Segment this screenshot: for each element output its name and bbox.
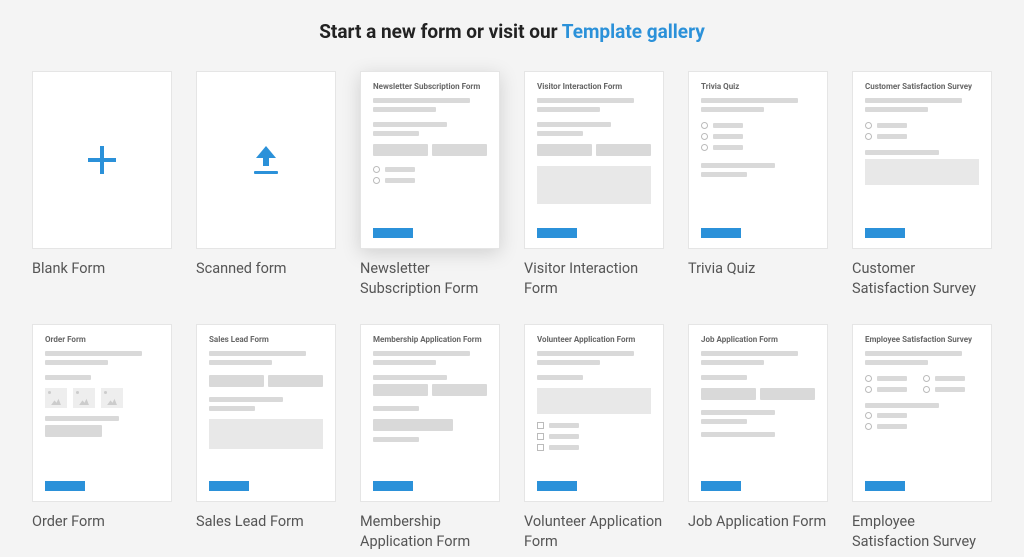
template-preview-title: Volunteer Application Form <box>537 335 651 345</box>
template-card[interactable]: Volunteer Application Form <box>524 324 664 502</box>
template-preview-title: Trivia Quiz <box>701 82 815 92</box>
template-tile[interactable]: Membership Application Form Membership Ap… <box>360 324 500 551</box>
template-caption: Order Form <box>32 512 172 532</box>
template-tile[interactable]: Newsletter Subscription Form Newsletter S… <box>360 71 500 298</box>
template-card[interactable]: Trivia Quiz <box>688 71 828 249</box>
template-caption: Volunteer Application Form <box>524 512 664 551</box>
template-card[interactable]: Visitor Interaction Form <box>524 71 664 249</box>
template-preview-title: Membership Application Form <box>373 335 487 345</box>
template-tile[interactable]: Scanned form <box>196 71 336 298</box>
template-preview-title: Employee Satisfaction Survey <box>865 335 979 345</box>
template-card[interactable]: Sales Lead Form <box>196 324 336 502</box>
template-tile[interactable]: Customer Satisfaction Survey Customer Sat… <box>852 71 992 298</box>
template-preview-title: Job Application Form <box>701 335 815 345</box>
template-card[interactable] <box>196 71 336 249</box>
template-caption: Customer Satisfaction Survey <box>852 259 992 298</box>
template-gallery-link[interactable]: Template gallery <box>562 20 705 43</box>
template-tile[interactable]: Blank Form <box>32 71 172 298</box>
header-prefix: Start a new form or visit our <box>319 20 562 43</box>
template-card[interactable]: Employee Satisfaction Survey <box>852 324 992 502</box>
template-card[interactable] <box>32 71 172 249</box>
template-caption: Visitor Interaction Form <box>524 259 664 298</box>
template-caption: Sales Lead Form <box>196 512 336 532</box>
page-header: Start a new form or visit our Template g… <box>32 20 992 43</box>
template-tile[interactable]: Employee Satisfaction Survey Employee Sat… <box>852 324 992 551</box>
template-caption: Newsletter Subscription Form <box>360 259 500 298</box>
template-preview-title: Customer Satisfaction Survey <box>865 82 979 92</box>
template-card[interactable]: Job Application Form <box>688 324 828 502</box>
template-card[interactable]: Order Form <box>32 324 172 502</box>
template-caption: Job Application Form <box>688 512 828 532</box>
plus-icon <box>88 146 116 174</box>
upload-icon <box>252 146 280 174</box>
template-preview-title: Sales Lead Form <box>209 335 323 345</box>
template-preview-title: Visitor Interaction Form <box>537 82 651 92</box>
template-caption: Trivia Quiz <box>688 259 828 279</box>
template-tile[interactable]: Visitor Interaction Form Visitor Interact… <box>524 71 664 298</box>
template-card[interactable]: Customer Satisfaction Survey <box>852 71 992 249</box>
template-tile[interactable]: Order Form Order Form <box>32 324 172 551</box>
template-caption: Employee Satisfaction Survey <box>852 512 992 551</box>
template-caption: Blank Form <box>32 259 172 279</box>
template-caption: Membership Application Form <box>360 512 500 551</box>
template-grid: Blank Form Scanned form Newsletter Subscri… <box>32 71 992 551</box>
template-tile[interactable]: Sales Lead Form Sales Lead Form <box>196 324 336 551</box>
template-preview-title: Newsletter Subscription Form <box>373 82 487 92</box>
template-tile[interactable]: Job Application Form Job Application Form <box>688 324 828 551</box>
template-card[interactable]: Membership Application Form <box>360 324 500 502</box>
template-tile[interactable]: Trivia Quiz Trivia Quiz <box>688 71 828 298</box>
template-tile[interactable]: Volunteer Application Form Volunteer Appl… <box>524 324 664 551</box>
template-card[interactable]: Newsletter Subscription Form <box>360 71 500 249</box>
template-preview-title: Order Form <box>45 335 159 345</box>
template-caption: Scanned form <box>196 259 336 279</box>
